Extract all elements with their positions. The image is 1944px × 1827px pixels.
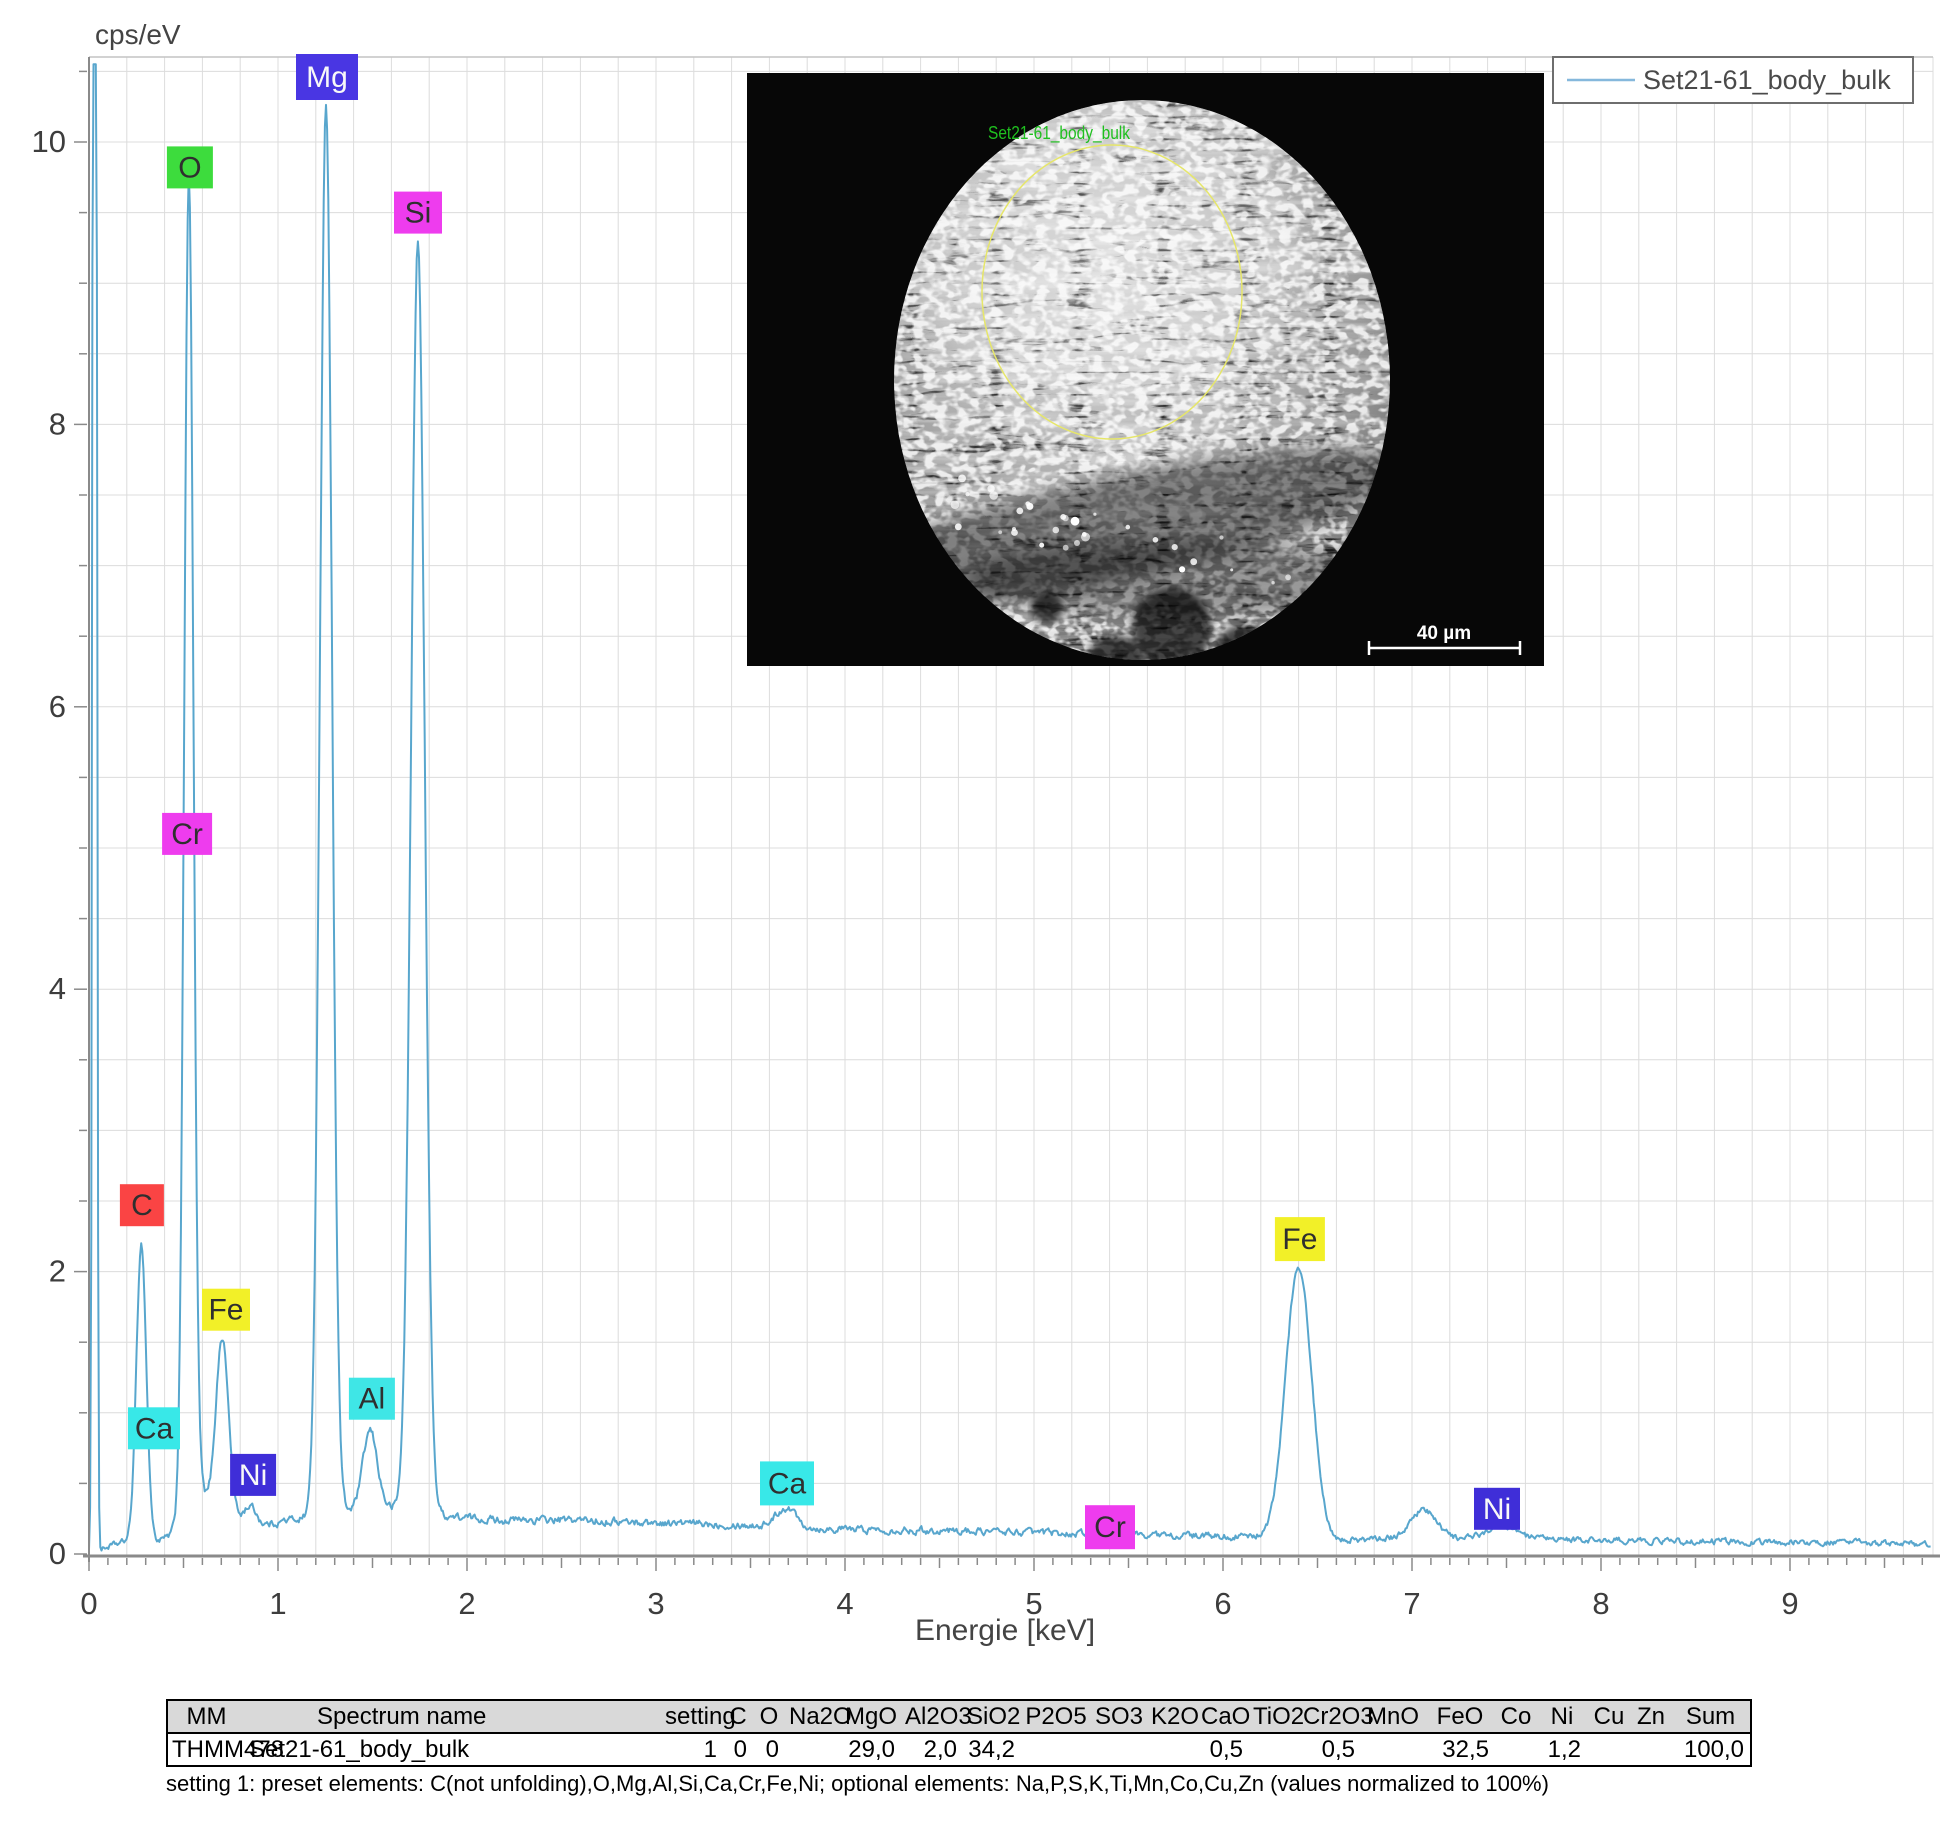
table-cell [1021, 1733, 1091, 1766]
settings-footnote: setting 1: preset elements: C(not unfold… [166, 1771, 1549, 1797]
element-label-Al: Al [349, 1378, 395, 1420]
table-header-cell: P2O5 [1021, 1700, 1091, 1733]
element-label-Ca: Ca [128, 1407, 180, 1449]
table-header-cell: K2O [1147, 1700, 1197, 1733]
table-cell: 1 [661, 1733, 723, 1766]
inset-spectrum-label: Set21-61_body_bulk [988, 123, 1131, 144]
svg-text:Fe: Fe [1282, 1223, 1317, 1256]
legend-label: Set21-61_body_bulk [1643, 65, 1891, 95]
table-header-cell: MnO [1361, 1700, 1425, 1733]
svg-text:Cr: Cr [1094, 1511, 1126, 1544]
table-header-cell: TiO2 [1249, 1700, 1299, 1733]
x-tick-label: 4 [836, 1586, 853, 1621]
x-axis-title: Energie [keV] [915, 1614, 1095, 1647]
element-label-Mg: Mg [296, 54, 358, 100]
svg-text:C: C [131, 1189, 153, 1222]
quantification-table: MMSpectrum namesettingCONa2OMgOAl2O3SiO2… [166, 1699, 1752, 1767]
table-cell [1631, 1733, 1671, 1766]
table-cell: 2,0 [901, 1733, 963, 1766]
table-cell: 0,5 [1299, 1733, 1361, 1766]
table-cell: Set21-61_body_bulk [245, 1733, 661, 1766]
y-tick-label: 6 [49, 689, 66, 724]
eds-report-page: 01234567890246810cps/eVEnergie [keV]CCaO… [0, 0, 1944, 1827]
table-cell: 32,5 [1425, 1733, 1495, 1766]
table-cell: 29,0 [841, 1733, 901, 1766]
table-header-cell: CaO [1197, 1700, 1249, 1733]
table-header-cell: MgO [841, 1700, 901, 1733]
table-cell [1249, 1733, 1299, 1766]
x-tick-label: 9 [1781, 1586, 1798, 1621]
x-tick-label: 6 [1214, 1586, 1231, 1621]
svg-text:Mg: Mg [306, 61, 348, 94]
table-header-cell: FeO [1425, 1700, 1495, 1733]
table-cell [1361, 1733, 1425, 1766]
svg-text:Ca: Ca [768, 1467, 807, 1500]
table-cell: 0,5 [1197, 1733, 1249, 1766]
table-cell [1495, 1733, 1537, 1766]
svg-text:Cr: Cr [171, 818, 203, 851]
svg-text:Ni: Ni [239, 1459, 267, 1492]
svg-text:Al: Al [359, 1383, 386, 1416]
element-label-Ca: Ca [760, 1461, 814, 1505]
x-tick-label: 1 [269, 1586, 286, 1621]
table-cell: THMM478 [167, 1733, 245, 1766]
element-label-Cr: Cr [162, 813, 212, 855]
table-cell [785, 1733, 841, 1766]
element-label-Si: Si [394, 192, 442, 234]
table-header-cell: Na2O [785, 1700, 841, 1733]
table-header-cell: Sum [1671, 1700, 1751, 1733]
svg-text:Ni: Ni [1483, 1493, 1511, 1526]
table-cell: 34,2 [963, 1733, 1021, 1766]
table-cell: 100,0 [1671, 1733, 1751, 1766]
table-header-cell: Co [1495, 1700, 1537, 1733]
table-header-row: MMSpectrum namesettingCONa2OMgOAl2O3SiO2… [167, 1700, 1751, 1733]
table-row: THMM478Set21-61_body_bulk100 29,02,034,2 0… [167, 1733, 1751, 1766]
svg-text:O: O [178, 151, 201, 184]
x-tick-label: 3 [647, 1586, 664, 1621]
element-label-Ni: Ni [230, 1454, 276, 1496]
table-cell: 0 [753, 1733, 785, 1766]
x-tick-label: 2 [458, 1586, 475, 1621]
table-cell: 1,2 [1537, 1733, 1587, 1766]
sem-inset-image: Set21-61_body_bulk 40 µm [747, 73, 1544, 695]
table-header-cell: Al2O3 [901, 1700, 963, 1733]
table-header-cell: Cu [1587, 1700, 1631, 1733]
table-cell: 0 [723, 1733, 753, 1766]
element-label-Fe: Fe [202, 1289, 250, 1331]
scale-bar-label: 40 µm [1417, 623, 1471, 644]
svg-text:Si: Si [405, 197, 432, 230]
y-axis-title: cps/eV [95, 19, 181, 50]
table-header-cell: Zn [1631, 1700, 1671, 1733]
legend: Set21-61_body_bulk [1553, 57, 1913, 103]
table-header-cell: setting [661, 1700, 723, 1733]
svg-text:Fe: Fe [208, 1294, 243, 1327]
table-cell [1587, 1733, 1631, 1766]
spectrum-plot: 01234567890246810cps/eVEnergie [keV]CCaO… [0, 0, 1944, 1827]
table-cell [1147, 1733, 1197, 1766]
table-header-cell: Cr2O3 [1299, 1700, 1361, 1733]
table-header-cell: MM [167, 1700, 245, 1733]
table-header-cell: SO3 [1091, 1700, 1147, 1733]
x-tick-label: 8 [1592, 1586, 1609, 1621]
y-tick-label: 0 [49, 1536, 66, 1571]
y-tick-label: 10 [32, 124, 66, 159]
y-tick-label: 4 [49, 971, 66, 1006]
element-label-O: O [167, 146, 213, 188]
table-header-cell: SiO2 [963, 1700, 1021, 1733]
svg-text:Ca: Ca [135, 1412, 174, 1445]
x-tick-label: 7 [1403, 1586, 1420, 1621]
table-header-cell: Spectrum name [245, 1700, 661, 1733]
element-label-C: C [120, 1184, 164, 1226]
y-tick-label: 8 [49, 406, 66, 441]
element-label-Fe: Fe [1275, 1217, 1325, 1261]
table-header-cell: Ni [1537, 1700, 1587, 1733]
table-cell [1091, 1733, 1147, 1766]
x-tick-label: 0 [80, 1586, 97, 1621]
element-label-Cr: Cr [1085, 1505, 1135, 1549]
element-label-Ni: Ni [1474, 1488, 1520, 1530]
y-tick-label: 2 [49, 1254, 66, 1289]
table-header-cell: O [753, 1700, 785, 1733]
